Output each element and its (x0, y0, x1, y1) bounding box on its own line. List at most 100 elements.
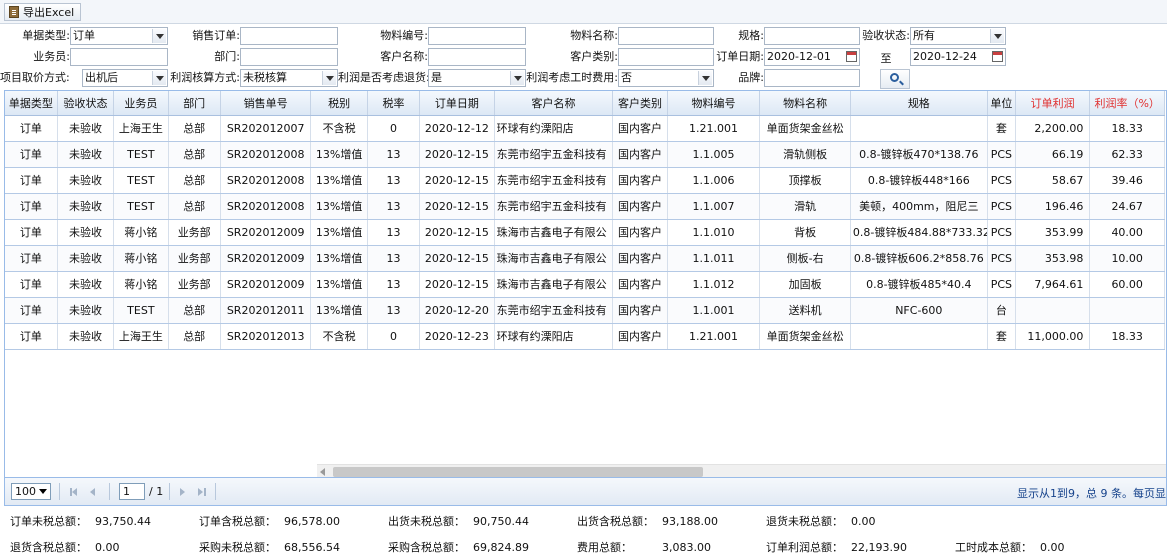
last-page-icon[interactable] (195, 486, 207, 498)
table-cell: 东莞市绍宇五金科技有 (494, 297, 614, 324)
table-row[interactable]: 订单 未验收 上海王生 总部 SR202012013 不含税 0 2020-12-23 环球有约… (5, 323, 1165, 350)
search-button[interactable] (880, 69, 910, 89)
table-cell: SR202012009 (220, 271, 312, 298)
table-row[interactable]: 订单 未验收 TEST 总部 SR202012008 13%增值 13 2020-12-15 东… (5, 141, 1165, 168)
table-cell: SR202012007 (220, 115, 312, 142)
column-header[interactable]: 客户名称 (494, 91, 614, 116)
spec-input[interactable] (764, 27, 860, 45)
return-consider-label: 利润是否考虑退货: (338, 71, 430, 84)
table-cell: 珠海市吉鑫电子有限公 (494, 271, 614, 298)
table-cell: 上海王生 (113, 323, 169, 350)
table-row[interactable]: 订单 未验收 蒋小铭 业务部 SR202012009 13%增值 13 2020-12-15 珠… (5, 245, 1165, 272)
column-header[interactable]: 规格 (850, 91, 988, 116)
column-header[interactable]: 验收状态 (57, 91, 115, 116)
table-row[interactable]: 订单 未验收 TEST 总部 SR202012011 13%增值 13 2020-12-20 东… (5, 297, 1165, 324)
table-cell: 未验收 (57, 271, 115, 298)
material-code-input[interactable] (428, 27, 526, 45)
doc-type-label: 单据类型: (22, 29, 70, 42)
column-header[interactable]: 客户类别 (612, 91, 668, 116)
scrollbar-thumb[interactable] (333, 467, 703, 477)
table-cell: 订单 (5, 271, 58, 298)
table-cell: 1.1.011 (667, 245, 761, 272)
table-cell: 13 (367, 245, 421, 272)
material-name-label: 物料名称: (570, 29, 618, 42)
column-header[interactable]: 物料编号 (667, 91, 761, 116)
column-header[interactable]: 物料名称 (759, 91, 851, 116)
table-cell: 蒋小铭 (113, 271, 169, 298)
doc-type-select[interactable]: 订单 (70, 27, 168, 45)
table-cell: 滑轨侧板 (759, 141, 851, 168)
export-excel-button[interactable]: 导出Excel (4, 3, 82, 21)
column-header[interactable]: 税别 (310, 91, 368, 116)
table-row[interactable]: 订单 未验收 TEST 总部 SR202012008 13%增值 13 2020-12-15 东… (5, 193, 1165, 220)
inspect-status-select[interactable]: 所有 (910, 27, 1006, 45)
table-cell: 58.67 (1015, 167, 1091, 194)
material-name-input[interactable] (618, 27, 714, 45)
table-cell: 未验收 (57, 115, 115, 142)
next-page-icon[interactable] (177, 486, 189, 498)
table-cell: 1.1.006 (667, 167, 761, 194)
profit-mode-select[interactable]: 未税核算 (240, 69, 338, 87)
column-header[interactable]: 部门 (168, 91, 221, 116)
table-cell: 未验收 (57, 219, 115, 246)
table-cell: 上海王生 (113, 115, 169, 142)
salesman-input[interactable] (70, 48, 168, 66)
table-cell: 60.00 (1089, 271, 1165, 298)
column-header[interactable]: 利润率（%） (1089, 91, 1165, 116)
table-cell: SR202012011 (220, 297, 312, 324)
scroll-left-icon[interactable] (320, 468, 325, 476)
summary-panel: 订单未税总额： 93,750.44 订单含税总额： 96,578.00 出货未税… (0, 507, 1167, 557)
export-excel-label: 导出Excel (23, 6, 75, 19)
column-header[interactable]: 单位 (987, 91, 1016, 116)
order-date-from-input[interactable]: 2020-12-01 (764, 48, 860, 66)
return-consider-select[interactable]: 是 (428, 69, 526, 87)
first-page-icon[interactable] (69, 486, 81, 498)
page-size-select[interactable]: 100 (11, 483, 51, 500)
labor-consider-select[interactable]: 否 (618, 69, 714, 87)
table-cell: 0 (367, 323, 421, 350)
pagination-bar: 100 1 / 1 显示从1到9，总 9 条。每页显 (4, 478, 1167, 506)
table-cell: 未验收 (57, 245, 115, 272)
calendar-icon[interactable] (846, 51, 857, 62)
price-mode-select[interactable]: 出机后 (82, 69, 168, 87)
customer-name-label: 客户名称: (380, 50, 428, 63)
column-header[interactable]: 订单利润 (1015, 91, 1091, 116)
prev-page-icon[interactable] (87, 486, 99, 498)
calendar-icon[interactable] (992, 51, 1003, 62)
table-row[interactable]: 订单 未验收 蒋小铭 业务部 SR202012009 13%增值 13 2020-12-15 珠… (5, 219, 1165, 246)
table-cell: 18.33 (1089, 115, 1165, 142)
horizontal-scrollbar[interactable] (317, 464, 1166, 477)
column-header[interactable]: 税率 (367, 91, 421, 116)
table-cell: 订单 (5, 193, 58, 220)
table-cell: 国内客户 (612, 271, 668, 298)
table-row[interactable]: 订单 未验收 蒋小铭 业务部 SR202012009 13%增值 13 2020-12-15 珠… (5, 271, 1165, 298)
column-header[interactable]: 销售单号 (220, 91, 312, 116)
brand-input[interactable] (764, 69, 860, 87)
table-cell: 2020-12-15 (419, 219, 495, 246)
table-cell: 1.1.005 (667, 141, 761, 168)
summary-ship-untaxed-label: 出货未税总额： (388, 515, 465, 528)
table-cell: 66.19 (1015, 141, 1091, 168)
column-header[interactable]: 单据类型 (5, 91, 58, 116)
column-header[interactable]: 订单日期 (419, 91, 495, 116)
order-date-to-input[interactable]: 2020-12-24 (910, 48, 1006, 66)
sales-order-input[interactable] (240, 27, 338, 45)
total-pages: / 1 (149, 485, 164, 498)
table-row[interactable]: 订单 未验收 上海王生 总部 SR202012007 不含税 0 2020-12-12 环球有约… (5, 115, 1165, 142)
order-date-from-value: 2020-12-01 (767, 50, 831, 63)
profit-mode-value: 未税核算 (243, 71, 287, 84)
summary-labor-cost-label: 工时成本总额： (955, 541, 1032, 554)
table-header-row: 单据类型 验收状态 业务员 部门 销售单号 税别 税率 订单日期 客户名称 客户类别 物料编号 物料名… (5, 91, 1165, 116)
page-number-input[interactable]: 1 (119, 483, 145, 500)
table-row[interactable]: 订单 未验收 TEST 总部 SR202012008 13%增值 13 2020-12-15 东… (5, 167, 1165, 194)
labor-consider-value: 否 (621, 71, 632, 84)
table-cell: 总部 (168, 167, 221, 194)
column-header[interactable]: 业务员 (113, 91, 169, 116)
table-cell: 0.8-镀锌板470*138.76 (850, 141, 988, 168)
brand-label: 品牌: (738, 71, 764, 84)
table-cell: SR202012013 (220, 323, 312, 350)
table-cell: SR202012008 (220, 141, 312, 168)
department-input[interactable] (240, 48, 338, 66)
customer-type-input[interactable] (618, 48, 714, 66)
customer-name-input[interactable] (428, 48, 526, 66)
